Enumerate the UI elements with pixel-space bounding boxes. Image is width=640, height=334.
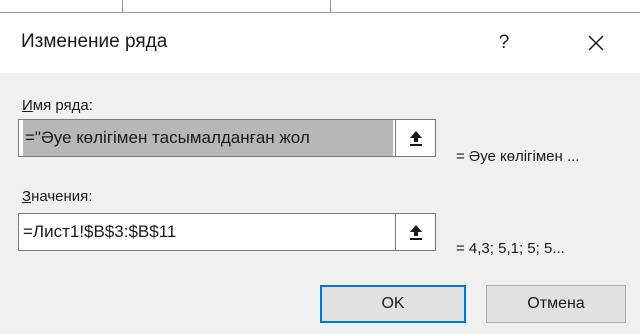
series-name-field[interactable]: ="Әуе көлігімен тасымалданған жол <box>18 119 436 157</box>
help-icon: ? <box>498 32 510 53</box>
collapse-dialog-icon <box>409 131 422 146</box>
dialog-titlebar: Изменение ряда ? <box>0 13 640 73</box>
series-values-value[interactable]: =Лист1!$B$3:$B$11 <box>23 214 393 250</box>
series-name-preview: = Әуе көлігімен ... <box>456 148 580 165</box>
series-values-label: Значения: <box>22 188 93 205</box>
series-name-label: Имя ряда: <box>22 97 93 114</box>
ok-button[interactable]: OK <box>320 285 466 323</box>
dialog-title: Изменение ряда <box>21 31 168 52</box>
edit-series-dialog: Изменение ряда ? Имя ряда: ="Әуе көлігім… <box>0 13 640 334</box>
series-name-collapse-button[interactable] <box>395 120 435 156</box>
series-values-collapse-button[interactable] <box>395 214 435 250</box>
grid-line <box>122 0 123 12</box>
help-button[interactable]: ? <box>476 21 532 65</box>
series-values-preview: = 4,3; 5,1; 5; 5... <box>456 240 565 257</box>
cancel-button[interactable]: Отмена <box>486 285 626 323</box>
series-values-field[interactable]: =Лист1!$B$3:$B$11 <box>18 213 436 251</box>
grid-line <box>330 0 331 12</box>
close-icon <box>588 35 604 51</box>
close-button[interactable] <box>566 21 626 65</box>
series-name-value[interactable]: ="Әуе көлігімен тасымалданған жол <box>23 120 393 156</box>
collapse-dialog-icon <box>409 225 422 240</box>
background-sheet-strip <box>0 0 640 13</box>
